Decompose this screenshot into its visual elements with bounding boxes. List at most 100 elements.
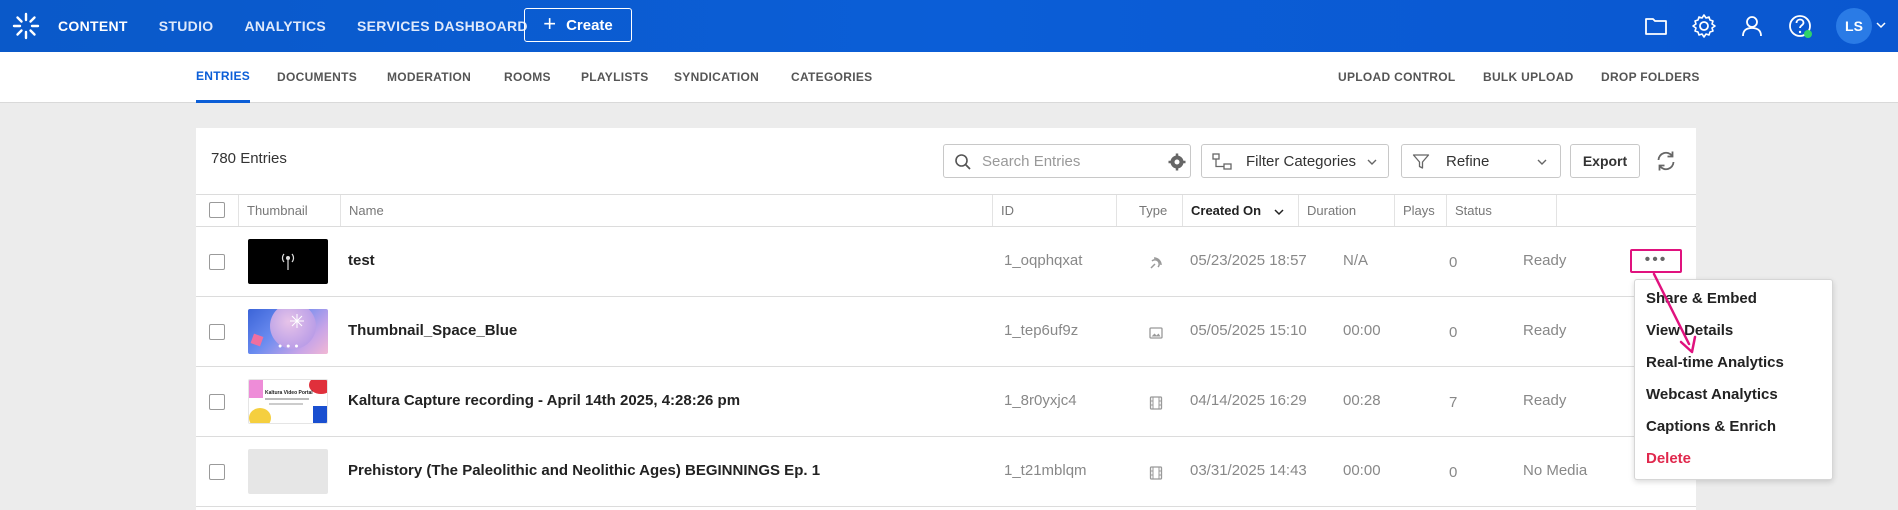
entry-name[interactable]: Kaltura Capture recording - April 14th 2…	[348, 392, 740, 409]
menu-item-delete[interactable]: Delete	[1646, 450, 1691, 467]
sort-desc-icon	[1274, 209, 1284, 215]
entry-status: Ready	[1523, 252, 1567, 269]
tab-syndication[interactable]: SYNDICATION	[674, 52, 759, 103]
sub-nav: ENTRIES DOCUMENTS MODERATION ROOMS PLAYL…	[0, 52, 1898, 103]
tab-entries[interactable]: ENTRIES	[196, 52, 251, 103]
nav-analytics[interactable]: ANALYTICS	[244, 18, 326, 34]
create-button[interactable]: + Create	[524, 8, 632, 42]
entry-status: Ready	[1523, 322, 1567, 339]
table-row[interactable]: Kaltura Video Portal Kaltura Capture rec…	[196, 367, 1696, 437]
tab-rooms[interactable]: ROOMS	[504, 52, 551, 103]
col-actions	[1556, 195, 1696, 226]
folder-icon[interactable]	[1642, 12, 1670, 40]
nav-studio[interactable]: STUDIO	[159, 18, 214, 34]
drop-folders-link[interactable]: DROP FOLDERS	[1601, 52, 1700, 103]
entry-plays: 7	[1449, 394, 1458, 411]
entry-id: 1_oqphqxat	[1004, 252, 1083, 269]
thumb-line	[265, 398, 309, 400]
entry-name[interactable]: Prehistory (The Paleolithic and Neolithi…	[348, 462, 820, 479]
main-nav: CONTENT STUDIO ANALYTICS SERVICES DASHBO…	[58, 0, 559, 52]
thumbnail-live[interactable]	[248, 239, 328, 284]
nav-content[interactable]: CONTENT	[58, 18, 128, 34]
blue-shape	[313, 406, 327, 423]
entry-duration: 00:28	[1343, 392, 1381, 409]
col-created-on[interactable]: Created On	[1182, 195, 1314, 226]
broadcast-icon	[281, 253, 295, 270]
dots-shape: ● ● ●	[278, 343, 300, 350]
video-icon	[1149, 466, 1163, 480]
upload-control-link[interactable]: UPLOAD CONTROL	[1338, 52, 1456, 103]
pink-shape	[249, 380, 263, 398]
filter-funnel-icon	[1412, 154, 1430, 169]
user-icon[interactable]	[1738, 12, 1766, 40]
search-icon	[955, 154, 971, 170]
avatar[interactable]: LS	[1836, 8, 1872, 44]
tab-playlists[interactable]: PLAYLISTS	[581, 52, 649, 103]
menu-item-captions-enrich[interactable]: Captions & Enrich	[1646, 418, 1776, 435]
col-duration[interactable]: Duration	[1298, 195, 1398, 226]
gear-icon[interactable]	[1690, 12, 1718, 40]
entry-plays: 0	[1449, 324, 1458, 341]
table-row[interactable]: Prehistory (The Paleolithic and Neolithi…	[196, 437, 1696, 507]
category-tree-icon	[1212, 153, 1232, 170]
refresh-icon[interactable]	[1654, 149, 1678, 173]
chevron-down-icon	[1537, 159, 1547, 165]
nav-services-dashboard[interactable]: SERVICES DASHBOARD	[357, 18, 528, 34]
tab-categories[interactable]: CATEGORIES	[791, 52, 872, 103]
row-checkbox[interactable]	[209, 394, 225, 410]
pink-square-shape	[250, 333, 264, 347]
table-row[interactable]: test 1_oqphqxat 05/23/2025 18:57 N/A 0 R…	[196, 227, 1696, 297]
search-placeholder: Search Entries	[982, 153, 1081, 170]
entry-name[interactable]: test	[348, 252, 375, 269]
row-checkbox[interactable]	[209, 464, 225, 480]
sparkle-icon	[290, 314, 304, 328]
row-checkbox[interactable]	[209, 324, 225, 340]
more-actions-button[interactable]: •••	[1630, 249, 1682, 273]
entry-created: 05/23/2025 18:57	[1190, 252, 1307, 269]
entries-card: 780 Entries Search Entries Filter Catego…	[196, 128, 1696, 510]
entry-created: 04/14/2025 16:29	[1190, 392, 1307, 409]
export-button[interactable]: Export	[1570, 144, 1640, 178]
entry-id: 1_tep6uf9z	[1004, 322, 1079, 339]
thumb-caption: Kaltura Video Portal	[265, 390, 313, 396]
entry-plays: 0	[1449, 254, 1458, 271]
entry-id: 1_8r0yxjc4	[1004, 392, 1077, 409]
row-checkbox[interactable]	[209, 254, 225, 270]
refine-dropdown[interactable]: Refine	[1401, 144, 1561, 178]
chevron-down-icon[interactable]	[1875, 20, 1887, 30]
tab-moderation[interactable]: MODERATION	[387, 52, 471, 103]
menu-item-webcast-analytics[interactable]: Webcast Analytics	[1646, 386, 1778, 403]
help-icon[interactable]	[1786, 12, 1814, 40]
col-name[interactable]: Name	[340, 195, 992, 226]
filter-categories-dropdown[interactable]: Filter Categories	[1201, 144, 1389, 178]
thumbnail-capture[interactable]: Kaltura Video Portal	[248, 379, 328, 424]
kaltura-logo-icon[interactable]	[11, 11, 41, 41]
col-status[interactable]: Status	[1446, 195, 1546, 226]
image-icon	[1149, 327, 1163, 339]
refine-label: Refine	[1446, 153, 1490, 170]
col-id[interactable]: ID	[992, 195, 1112, 226]
thumb-line	[269, 403, 303, 405]
entry-duration: N/A	[1343, 252, 1369, 269]
entry-created: 05/05/2025 15:10	[1190, 322, 1307, 339]
entry-duration: 00:00	[1343, 322, 1381, 339]
video-icon	[1149, 396, 1163, 410]
table-row[interactable]: ● ● ● Thumbnail_Space_Blue 1_tep6uf9z 05…	[196, 297, 1696, 367]
bulk-upload-link[interactable]: BULK UPLOAD	[1483, 52, 1574, 103]
entry-name[interactable]: Thumbnail_Space_Blue	[348, 322, 517, 339]
entries-count: 780 Entries	[211, 150, 287, 167]
tab-documents[interactable]: DOCUMENTS	[277, 52, 357, 103]
gear-icon[interactable]	[1168, 153, 1186, 171]
entry-status: No Media	[1523, 462, 1588, 479]
col-created-on-label: Created On	[1191, 203, 1262, 218]
plus-icon: +	[543, 11, 557, 36]
select-all-checkbox[interactable]	[209, 202, 225, 218]
entry-duration: 00:00	[1343, 462, 1381, 479]
live-icon	[1150, 257, 1162, 269]
create-label: Create	[566, 16, 613, 34]
thumbnail-space-blue[interactable]: ● ● ●	[248, 309, 328, 354]
col-type[interactable]: Type	[1116, 195, 1182, 226]
thumbnail-placeholder[interactable]	[248, 449, 328, 494]
table-header: Thumbnail Name ID Type Created On Durati…	[196, 194, 1696, 227]
search-input[interactable]: Search Entries	[943, 144, 1191, 178]
